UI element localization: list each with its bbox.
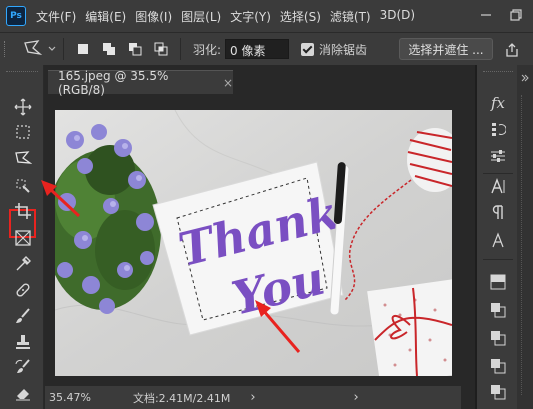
menu-items: 文件(F) 编辑(E) 图像(I) 图层(L) 文字(Y) 选择(S) 滤镜(T… (36, 8, 424, 25)
menu-edit[interactable]: 编辑(E) (85, 8, 126, 25)
antialias-checkbox[interactable] (301, 42, 315, 56)
brush-tool-icon[interactable] (12, 305, 34, 327)
photoshop-logo: Ps (6, 6, 26, 26)
photo-illustration: Thank You (55, 110, 452, 376)
divider (180, 38, 181, 60)
swatches-panel-icon[interactable] (489, 301, 507, 319)
toolbar-grip (6, 71, 38, 72)
restore-icon[interactable] (508, 7, 524, 23)
paragraph-panel-icon[interactable] (489, 203, 507, 221)
eraser-tool-icon[interactable] (12, 382, 34, 404)
menu-type[interactable]: 文字(Y) (230, 8, 271, 25)
document-tab[interactable]: 165.jpeg @ 35.5%(RGB/8) × (48, 68, 233, 97)
divider (483, 259, 513, 260)
panel-grip (483, 71, 513, 72)
document-area: 165.jpeg @ 35.5%(RGB/8) × Thank You (41, 65, 475, 409)
frame-tool-icon[interactable] (12, 227, 34, 249)
annotation-arrow-tool-icon (41, 180, 81, 218)
character-panel-icon[interactable] (489, 177, 507, 195)
fx-styles-icon[interactable]: fx (489, 94, 507, 112)
color-panel-icon[interactable] (489, 273, 507, 291)
divider (483, 173, 513, 174)
crop-tool-icon[interactable] (12, 200, 34, 222)
menu-3d[interactable]: 3D(D) (380, 8, 415, 25)
options-grip (4, 41, 7, 57)
intersect-selection-icon[interactable] (153, 41, 169, 57)
history-icon[interactable] (489, 120, 507, 138)
menu-image[interactable]: 图像(I) (135, 8, 172, 25)
glyphs-panel-icon[interactable] (489, 231, 507, 249)
menu-bar: Ps 文件(F) 编辑(E) 图像(I) 图层(L) 文字(Y) 选择(S) 滤… (0, 0, 533, 32)
add-to-selection-icon[interactable] (101, 41, 117, 57)
options-bar: 羽化: 0 像素 消除锯齿 选择并遮住 ... (0, 32, 533, 65)
chevron-down-icon[interactable] (47, 44, 57, 54)
panel-scroll-strip (517, 65, 533, 409)
move-tool-icon[interactable] (12, 96, 34, 118)
menu-layer[interactable]: 图层(L) (181, 8, 221, 25)
collapse-panels-icon[interactable] (520, 73, 530, 83)
clone-stamp-tool-icon[interactable] (12, 331, 34, 353)
tools-panel (0, 65, 44, 409)
menu-select[interactable]: 选择(S) (280, 8, 321, 25)
menu-filter[interactable]: 滤镜(T) (330, 8, 371, 25)
subtract-from-selection-icon[interactable] (127, 41, 143, 57)
quick-selection-tool-icon[interactable] (12, 175, 34, 197)
divider (63, 38, 64, 60)
channels-panel-icon[interactable] (489, 357, 507, 375)
panel-scroll-grip (521, 95, 529, 395)
select-and-mask-button[interactable]: 选择并遮住 ... (399, 38, 493, 60)
marquee-tool-icon[interactable] (12, 121, 34, 143)
polygonal-lasso-tool-icon[interactable] (12, 148, 34, 170)
healing-brush-tool-icon[interactable] (12, 279, 34, 301)
history-brush-tool-icon[interactable] (12, 356, 34, 378)
document-tab-title: 165.jpeg @ 35.5%(RGB/8) (58, 68, 169, 97)
polygonal-lasso-preset-icon[interactable] (22, 39, 44, 59)
document-info: 文档:2.41M/2.41M (132, 391, 231, 405)
feather-input[interactable]: 0 像素 (225, 39, 290, 59)
menu-file[interactable]: 文件(F) (36, 8, 76, 25)
image-canvas[interactable]: Thank You (55, 110, 452, 376)
chevron-right-icon[interactable]: › (250, 390, 255, 405)
antialias-label: 消除锯齿 (319, 42, 368, 57)
adjustments-icon[interactable] (489, 147, 507, 165)
new-selection-icon[interactable] (75, 41, 91, 57)
layers-panel-icon[interactable] (489, 329, 507, 347)
status-bar: 35.47% 文档:2.41M/2.41M › › (45, 386, 461, 409)
share-icon[interactable] (504, 42, 520, 58)
feather-label: 羽化: (193, 42, 222, 57)
panel-dock: fx (477, 65, 517, 409)
eyedropper-tool-icon[interactable] (12, 253, 34, 275)
zoom-level[interactable]: 35.47% (49, 391, 91, 404)
paths-panel-icon[interactable] (489, 383, 507, 401)
minimize-icon[interactable] (478, 7, 494, 23)
gift-box (367, 278, 452, 376)
close-icon[interactable]: × (223, 76, 233, 90)
scroll-right-icon[interactable]: › (354, 390, 359, 405)
